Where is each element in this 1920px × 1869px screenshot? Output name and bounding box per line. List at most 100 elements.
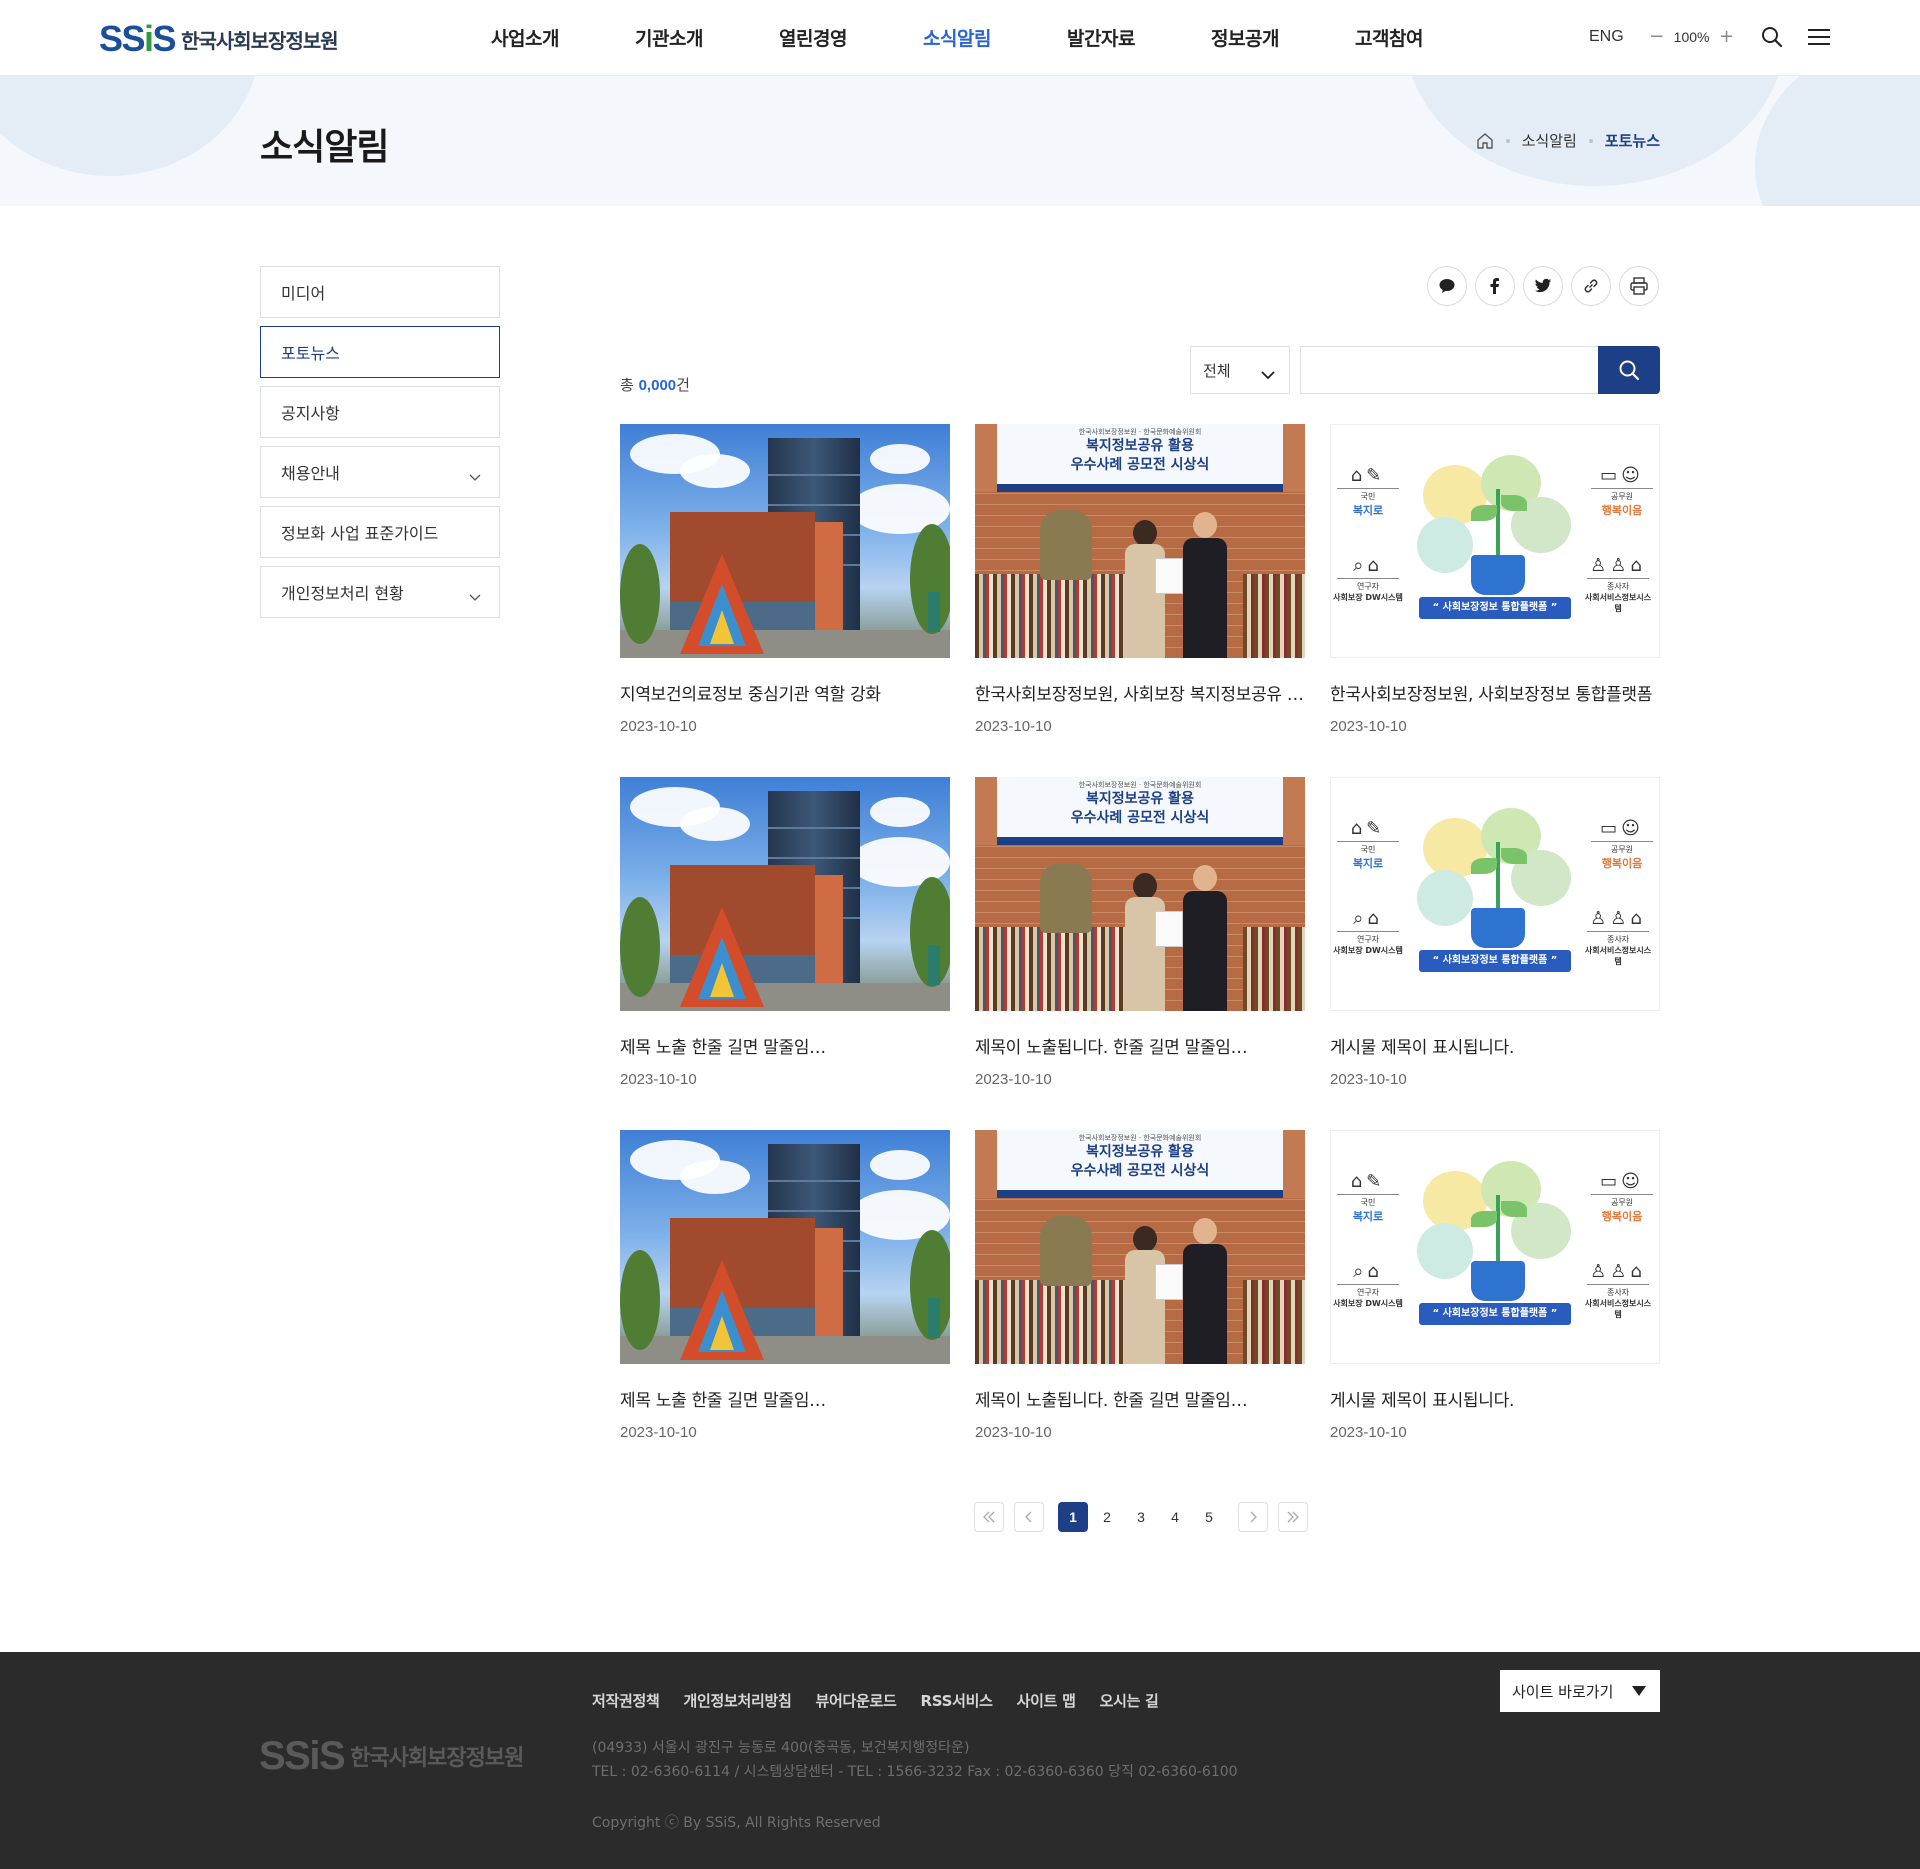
card-date: 2023-10-10 <box>1330 718 1407 735</box>
card-title[interactable]: 제목이 노출됩니다. 한줄 길면 말줄임… <box>975 1386 1305 1411</box>
card-title[interactable]: 한국사회보장정보원, 사회보장정보 통합플랫폼 <box>1330 680 1660 705</box>
address-line: (04933) 서울시 광진구 능동로 400(중곡동, 보건복지행정타운) <box>592 1740 970 1756</box>
card-title[interactable]: 제목이 노출됩니다. 한줄 길면 말줄임… <box>975 1033 1305 1058</box>
footer-link[interactable]: 저작권정책 <box>592 1690 660 1711</box>
page-title: 소식알림 <box>260 127 389 168</box>
card-title[interactable]: 제목 노출 한줄 길면 말줄임… <box>620 1386 950 1411</box>
card-date: 2023-10-10 <box>1330 1424 1407 1441</box>
photo-card[interactable]: 한국사회보장정보원 · 한국문화예술위원회 복지정보공유 활용 우수사례 공모전 시… <box>975 777 1305 1088</box>
page-number[interactable]: 5 <box>1194 1502 1224 1532</box>
footer-link[interactable]: RSS서비스 <box>921 1690 993 1711</box>
zoom-in-button[interactable]: + <box>1717 28 1735 46</box>
footer-link[interactable]: 개인정보처리방침 <box>684 1690 792 1711</box>
side-nav-label: 미디어 <box>281 284 326 303</box>
nav-item[interactable]: 발간자료 <box>1067 24 1211 51</box>
page-numbers: 12345 <box>1056 1502 1226 1532</box>
search-category-select[interactable]: 전체 <box>1190 346 1290 394</box>
facebook-icon[interactable] <box>1475 266 1515 306</box>
nav-item[interactable]: 정보공개 <box>1211 24 1355 51</box>
last-page-button[interactable] <box>1278 1502 1308 1532</box>
print-icon[interactable] <box>1619 266 1659 306</box>
thumbnail-image: “ 사회보장정보 통합플랫폼 ” ⌂✎ 국민 복지로 ⌕⌂ 연구자 사회보장 DW시스템 ▭☺… <box>1330 1130 1660 1364</box>
thumbnail-image: “ 사회보장정보 통합플랫폼 ” ⌂✎ 국민 복지로 ⌕⌂ 연구자 사회보장 DW시스템 ▭☺… <box>1330 777 1660 1011</box>
total-suffix: 건 <box>676 376 690 394</box>
nav-item[interactable]: 사업소개 <box>491 24 635 51</box>
side-nav-item[interactable]: 정보화 사업 표준가이드 <box>260 506 500 558</box>
pagination: 12345 <box>974 1502 1308 1532</box>
page-number[interactable]: 3 <box>1126 1502 1156 1532</box>
photo-card[interactable]: 지역보건의료정보 중심기관 역할 강화 2023-10-10 <box>620 424 950 735</box>
nav-item[interactable]: 고객참여 <box>1355 24 1499 51</box>
contact-line: TEL : 02-6360-6114 / 시스템상담센터 - TEL : 156… <box>592 1764 1238 1780</box>
site-logo[interactable]: SSiS 한국사회보장정보원 <box>99 18 339 59</box>
card-title[interactable]: 게시물 제목이 표시됩니다. <box>1330 1386 1660 1411</box>
breadcrumb-item[interactable]: 소식알림 <box>1522 130 1577 151</box>
photo-card[interactable]: “ 사회보장정보 통합플랫폼 ” ⌂✎ 국민 복지로 ⌕⌂ 연구자 사회보장 DW시스템 ▭☺… <box>1330 777 1660 1088</box>
next-page-button[interactable] <box>1238 1502 1268 1532</box>
page-number[interactable]: 2 <box>1092 1502 1122 1532</box>
page-number[interactable]: 4 <box>1160 1502 1190 1532</box>
photo-card[interactable]: “ 사회보장정보 통합플랫폼 ” ⌂✎ 국민 복지로 ⌕⌂ 연구자 사회보장 DW시스템 ▭☺… <box>1330 1130 1660 1441</box>
zoom-out-button[interactable]: − <box>1648 28 1666 46</box>
thumbnail-image <box>620 424 950 658</box>
nav-item[interactable]: 소식알림 <box>923 24 1067 51</box>
footer-link[interactable]: 뷰어다운로드 <box>816 1690 897 1711</box>
thumbnail-image: 한국사회보장정보원 · 한국문화예술위원회 복지정보공유 활용 우수사례 공모전 시… <box>975 777 1305 1011</box>
share-toolbar <box>1427 266 1659 306</box>
family-site-select[interactable]: 사이트 바로가기 <box>1500 1670 1660 1712</box>
search-icon[interactable] <box>1761 26 1783 48</box>
chevron-down-icon <box>1261 366 1275 384</box>
card-date: 2023-10-10 <box>620 1424 697 1441</box>
side-nav: 미디어포토뉴스공지사항채용안내정보화 사업 표준가이드개인정보처리 현황 <box>260 266 500 626</box>
footer: 저작권정책 개인정보처리방침 뷰어다운로드 RSS서비스 사이트 맵 오시는 길 사이트 … <box>0 1652 1920 1869</box>
sub-visual: 소식알림 소식알림 포토뉴스 <box>0 76 1920 206</box>
footer-logo-text: 한국사회보장정보원 <box>350 1746 524 1771</box>
prev-page-button[interactable] <box>1014 1502 1044 1532</box>
search-button[interactable] <box>1598 346 1660 394</box>
card-title[interactable]: 지역보건의료정보 중심기관 역할 강화 <box>620 680 950 705</box>
photo-card[interactable]: 한국사회보장정보원 · 한국문화예술위원회 복지정보공유 활용 우수사례 공모전 시… <box>975 1130 1305 1441</box>
card-date: 2023-10-10 <box>1330 1071 1407 1088</box>
nav-item[interactable]: 기관소개 <box>635 24 779 51</box>
main-nav: 사업소개 기관소개 열린경영 소식알림 발간자료 정보공개 고객참여 <box>491 24 1499 51</box>
side-nav-item[interactable]: 포토뉴스 <box>260 326 500 378</box>
chat-icon[interactable] <box>1427 266 1467 306</box>
side-nav-item[interactable]: 공지사항 <box>260 386 500 438</box>
side-nav-item[interactable]: 미디어 <box>260 266 500 318</box>
thumbnail-image <box>620 1130 950 1364</box>
card-date: 2023-10-10 <box>620 718 697 735</box>
side-nav-item[interactable]: 개인정보처리 현황 <box>260 566 500 618</box>
card-title[interactable]: 제목 노출 한줄 길면 말줄임… <box>620 1033 950 1058</box>
photo-card[interactable]: 제목 노출 한줄 길면 말줄임… 2023-10-10 <box>620 777 950 1088</box>
logo-mark: SSiS <box>99 18 177 59</box>
photo-card[interactable]: 제목 노출 한줄 길면 말줄임… 2023-10-10 <box>620 1130 950 1441</box>
search-input[interactable] <box>1300 346 1600 394</box>
first-page-button[interactable] <box>974 1502 1004 1532</box>
twitter-icon[interactable] <box>1523 266 1563 306</box>
side-nav-label: 채용안내 <box>281 464 340 483</box>
breadcrumb-separator <box>1588 138 1593 143</box>
header-utils: ENG − 100% + <box>1589 26 1831 48</box>
card-title[interactable]: 게시물 제목이 표시됩니다. <box>1330 1033 1660 1058</box>
language-toggle[interactable]: ENG <box>1589 28 1624 46</box>
footer-link[interactable]: 사이트 맵 <box>1017 1690 1076 1711</box>
zoom-level: 100% <box>1673 29 1710 45</box>
home-icon[interactable] <box>1476 132 1494 150</box>
side-nav-label: 포토뉴스 <box>281 344 340 363</box>
photo-card[interactable]: 한국사회보장정보원 · 한국문화예술위원회 복지정보공유 활용 우수사례 공모전 시… <box>975 424 1305 735</box>
total-count: 총 0,000건 <box>620 374 690 395</box>
photo-card[interactable]: “ 사회보장정보 통합플랫폼 ” ⌂✎ 국민 복지로 ⌕⌂ 연구자 사회보장 DW시스템 ▭☺… <box>1330 424 1660 735</box>
footer-link[interactable]: 오시는 길 <box>1100 1690 1159 1711</box>
breadcrumb-separator <box>1505 138 1510 143</box>
menu-icon[interactable] <box>1807 27 1831 47</box>
footer-address: (04933) 서울시 광진구 능동로 400(중곡동, 보건복지행정타운) T… <box>592 1736 1238 1784</box>
link-icon[interactable] <box>1571 266 1611 306</box>
chevron-down-icon <box>469 467 481 486</box>
side-nav-item[interactable]: 채용안내 <box>260 446 500 498</box>
nav-item[interactable]: 열린경영 <box>779 24 923 51</box>
family-site-label: 사이트 바로가기 <box>1512 1682 1614 1701</box>
page-number[interactable]: 1 <box>1058 1502 1088 1532</box>
search-icon <box>1619 360 1640 381</box>
footer-logo: SSiS 한국사회보장정보원 <box>259 1736 524 1776</box>
card-title[interactable]: 한국사회보장정보원, 사회보장 복지정보공유 활용 우수사례 공모전 시상식 <box>975 680 1305 705</box>
